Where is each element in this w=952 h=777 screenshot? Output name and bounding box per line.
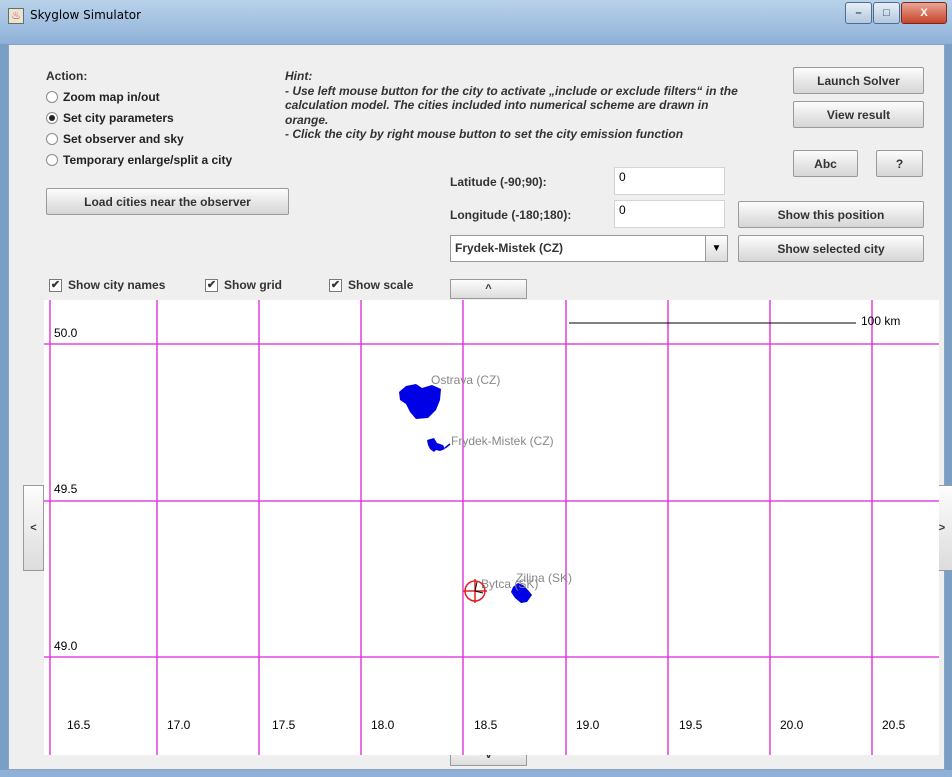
window-bottom-border: [0, 770, 952, 777]
city-select[interactable]: Frydek-Mistek (CZ) ▼: [450, 235, 728, 262]
help-button[interactable]: ?: [876, 150, 923, 177]
hint-text: Hint: - Use left mouse button for the ci…: [285, 69, 785, 142]
minimize-button[interactable]: –: [845, 2, 872, 24]
show-scale-checkbox[interactable]: ✔ Show scale: [329, 278, 413, 292]
radio-set-city-parameters[interactable]: Set city parameters: [46, 111, 174, 125]
pan-left-button[interactable]: <: [23, 485, 44, 571]
radio-label: Set observer and sky: [63, 132, 184, 146]
lon-label: 17.5: [272, 718, 296, 732]
chevron-down-icon[interactable]: ▼: [705, 236, 727, 261]
show-grid-checkbox[interactable]: ✔ Show grid: [205, 278, 282, 292]
city-label-bytca: Bytca (SK): [481, 577, 538, 591]
checkbox-checked-icon: ✔: [49, 278, 62, 292]
longitude-label: Longitude (-180;180):: [450, 208, 572, 222]
abc-button[interactable]: Abc: [793, 150, 858, 177]
longitude-field[interactable]: 0: [614, 200, 725, 228]
title-bar: ♨ Skyglow Simulator – □ X: [0, 0, 952, 44]
java-app-icon: ♨: [8, 8, 24, 24]
show-position-button[interactable]: Show this position: [738, 201, 924, 228]
lat-label-49: 49.0: [54, 639, 78, 653]
lon-label: 16.5: [67, 718, 91, 732]
checkbox-label: Show scale: [348, 278, 414, 292]
lon-label: 20.5: [882, 718, 906, 732]
city-label-frydek-mistek: Frydek-Mistek (CZ): [451, 434, 554, 448]
checkbox-label: Show city names: [68, 278, 166, 292]
launch-solver-button[interactable]: Launch Solver: [793, 67, 924, 94]
maximize-button[interactable]: □: [873, 2, 900, 24]
radio-label: Zoom map in/out: [63, 90, 160, 104]
close-button[interactable]: X: [901, 2, 947, 24]
pan-up-button[interactable]: ^: [450, 279, 527, 299]
grid: [44, 300, 939, 755]
load-cities-button[interactable]: Load cities near the observer: [46, 188, 289, 215]
lon-label: 17.0: [167, 718, 191, 732]
lon-label: 18.5: [474, 718, 498, 732]
radio-button-icon: [46, 154, 58, 166]
radio-button-icon: [46, 91, 58, 103]
hint-line: orange.: [285, 112, 329, 127]
city-ostrava-shape[interactable]: [399, 384, 441, 419]
radio-set-observer-sky[interactable]: Set observer and sky: [46, 132, 184, 146]
city-frydek-mistek-marker: [444, 443, 451, 449]
main-panel: Action: Zoom map in/out Set city paramet…: [8, 44, 952, 770]
hint-line: - Use left mouse button for the city to …: [285, 83, 738, 98]
scale-label: 100 km: [861, 314, 900, 328]
show-city-button[interactable]: Show selected city: [738, 235, 924, 262]
latitude-field[interactable]: 0: [614, 167, 725, 195]
hint-title: Hint:: [285, 69, 313, 83]
view-result-button[interactable]: View result: [793, 101, 924, 128]
radio-enlarge-split-city[interactable]: Temporary enlarge/split a city: [46, 153, 232, 167]
city-select-value: Frydek-Mistek (CZ): [455, 241, 564, 255]
lon-label: 20.0: [780, 718, 804, 732]
latitude-label: Latitude (-90;90):: [450, 175, 547, 189]
radio-label: Temporary enlarge/split a city: [63, 153, 233, 167]
checkbox-checked-icon: ✔: [329, 278, 342, 292]
lon-label: 19.5: [679, 718, 703, 732]
radio-button-icon: [46, 133, 58, 145]
hint-line: - Click the city by right mouse button t…: [285, 127, 684, 141]
action-label: Action:: [46, 69, 88, 83]
map-svg[interactable]: 100 km 50.0 49.5 49.0 16.5 17.0 17.5 18.…: [44, 300, 939, 755]
window-title: Skyglow Simulator: [30, 8, 142, 22]
city-label-ostrava: Ostrava (CZ): [431, 373, 500, 387]
show-city-names-checkbox[interactable]: ✔ Show city names: [49, 278, 165, 292]
city-frydek-mistek-shape[interactable]: [427, 438, 445, 452]
lat-label-50: 50.0: [54, 326, 78, 340]
map-canvas[interactable]: 100 km 50.0 49.5 49.0 16.5 17.0 17.5 18.…: [44, 300, 939, 755]
hint-line: calculation model. The cities included i…: [285, 98, 709, 112]
radio-button-selected-icon: [46, 112, 58, 124]
radio-label: Set city parameters: [63, 111, 174, 125]
lon-label: 18.0: [371, 718, 395, 732]
checkbox-checked-icon: ✔: [205, 278, 218, 292]
radio-zoom-map[interactable]: Zoom map in/out: [46, 90, 160, 104]
checkbox-label: Show grid: [224, 278, 282, 292]
lat-label-49-5: 49.5: [54, 482, 78, 496]
lon-label: 19.0: [576, 718, 600, 732]
